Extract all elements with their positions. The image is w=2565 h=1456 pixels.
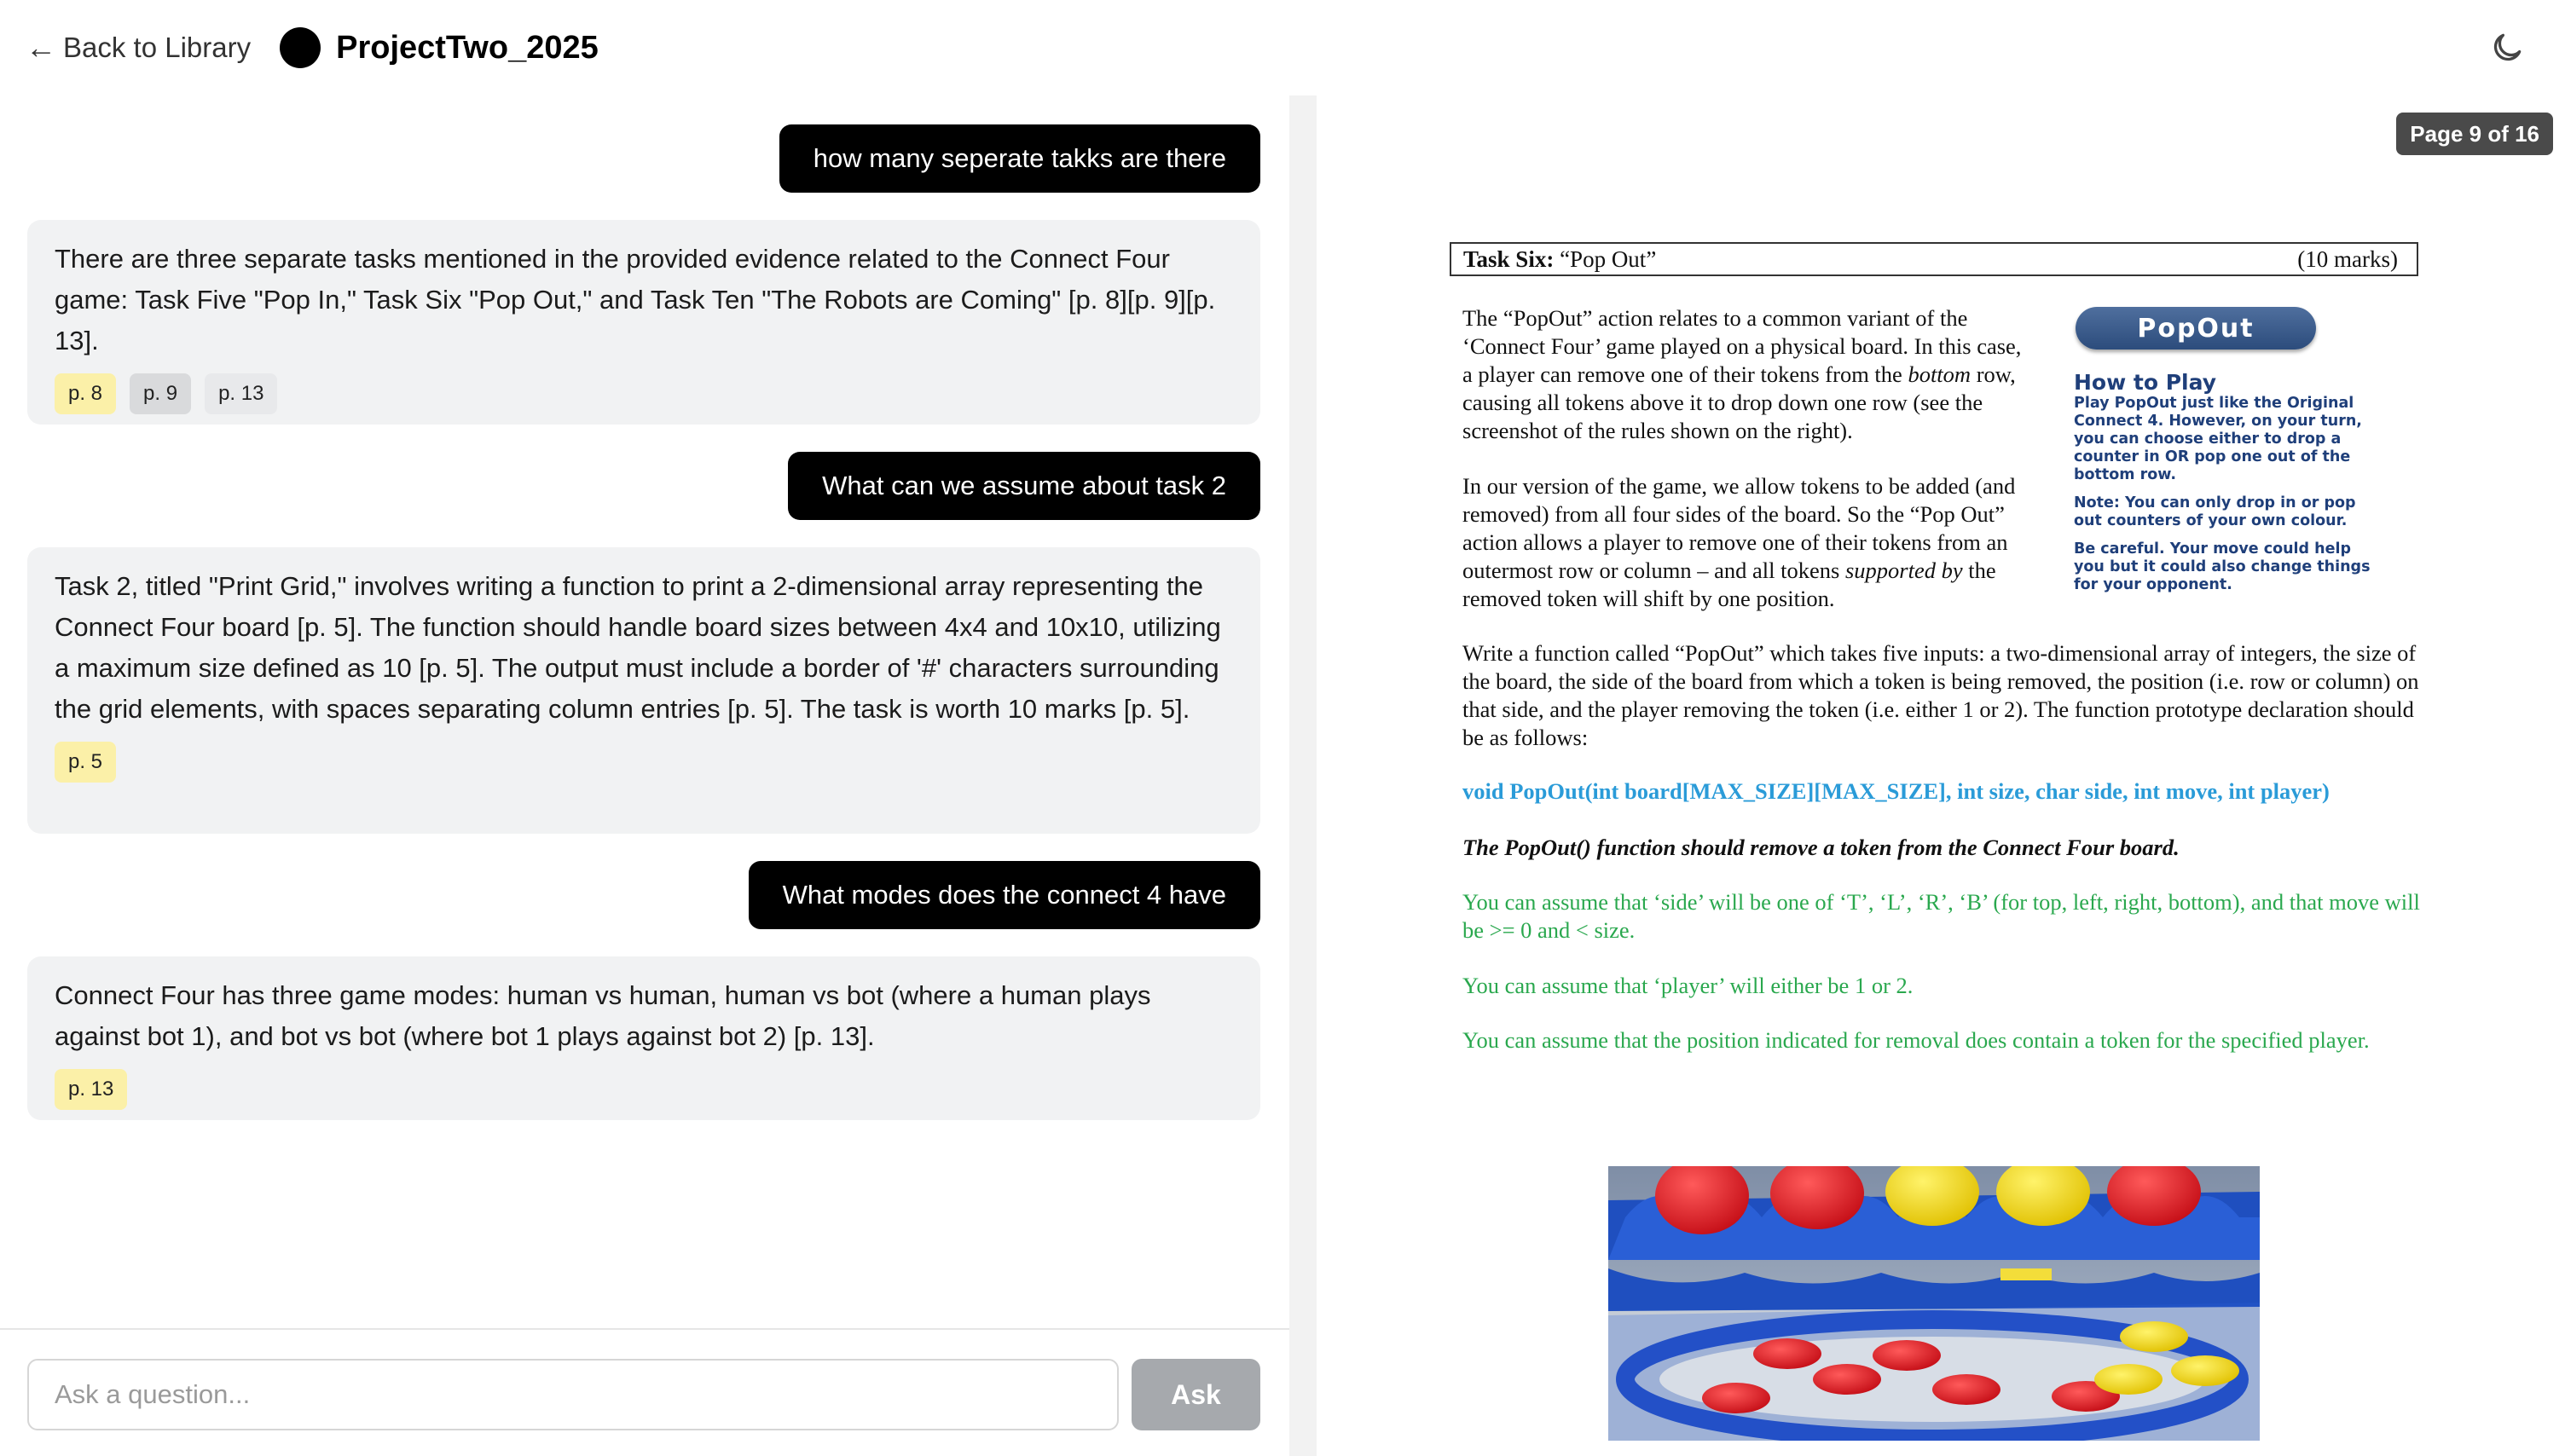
citation-badge[interactable]: p. 8 [55,373,117,414]
citation-list: p. 5 [55,742,1233,783]
citation-list: p. 8 p. 9 p. 13 [55,373,1233,414]
assumption: You can assume that ‘player’ will either… [1462,973,1914,998]
popout-logo: PopOut [2076,307,2316,350]
panel-divider[interactable] [1289,95,1317,1456]
function-statement: The PopOut() function should remove a to… [1462,835,2180,860]
citation-badge[interactable]: p. 9 [130,373,192,414]
assistant-message: There are three separate tasks mentioned… [27,220,1260,425]
back-link-label: Back to Library [63,32,252,63]
citation-badge[interactable]: p. 13 [205,373,278,414]
project-header: ProjectTwo_2025 [280,27,599,68]
user-message-text: how many seperate takks are there [813,143,1226,173]
assistant-message: Task 2, titled "Print Grid," involves wr… [27,547,1260,834]
task-title: Task Six: “Pop Out” [1463,246,1657,272]
assumption: You can assume that the position indicat… [1462,1027,2370,1053]
moon-icon[interactable] [2488,29,2526,66]
question-input[interactable] [27,1359,1119,1430]
task-marks: (10 marks) [2297,246,2398,272]
rules-warning: Be careful. Your move could help you but… [2074,540,2371,593]
paragraph: The “PopOut” action relates to a common … [1462,305,2022,443]
ask-button[interactable]: Ask [1132,1359,1260,1430]
user-message-text: What can we assume about task 2 [822,471,1226,500]
chat-panel: how many seperate takks are there There … [0,95,1289,1456]
user-message: What can we assume about task 2 [788,452,1260,520]
project-title: ProjectTwo_2025 [336,29,599,66]
assistant-message-text: Connect Four has three game modes: human… [55,980,1151,1051]
user-message-text: What modes does the connect 4 have [782,880,1226,910]
user-message: What modes does the connect 4 have [748,861,1260,929]
citation-list: p. 13 [55,1069,1233,1110]
rules-box: How to Play Play PopOut just like the Or… [2074,370,2381,594]
top-bar: ← Back to Library ProjectTwo_2025 [0,0,2565,95]
user-message: how many seperate takks are there [779,124,1260,193]
assistant-message-text: Task 2, titled "Print Grid," involves wr… [55,571,1221,724]
question-bar: Ask [0,1328,1289,1456]
citation-badge[interactable]: p. 5 [55,742,117,783]
rules-text: Play PopOut just like the Original Conne… [2074,395,2362,483]
assistant-message-text: There are three separate tasks mentioned… [55,244,1216,355]
arrow-left-icon: ← [26,30,56,65]
back-to-library-link[interactable]: ← Back to Library [26,32,251,64]
citation-badge[interactable]: p. 13 [55,1069,128,1110]
connect-four-photo [1608,1166,2260,1441]
pdf-page: Task Six: “Pop Out” (10 marks) The “PopO… [1317,95,2565,1456]
assistant-message: Connect Four has three game modes: human… [27,956,1260,1120]
rules-note: Note: You can only drop in or pop out co… [2074,494,2356,529]
assumption: You can assume that ‘side’ will be one o… [1462,889,2420,943]
rules-heading: How to Play [2074,370,2217,395]
paragraph: Write a function called “PopOut” which t… [1462,640,2419,750]
project-avatar [280,27,321,68]
task-heading: Task Six: “Pop Out” (10 marks) [1450,242,2418,276]
function-prototype: void PopOut(int board[MAX_SIZE][MAX_SIZE… [1462,778,2330,804]
paragraph: In our version of the game, we allow tok… [1462,473,2016,611]
